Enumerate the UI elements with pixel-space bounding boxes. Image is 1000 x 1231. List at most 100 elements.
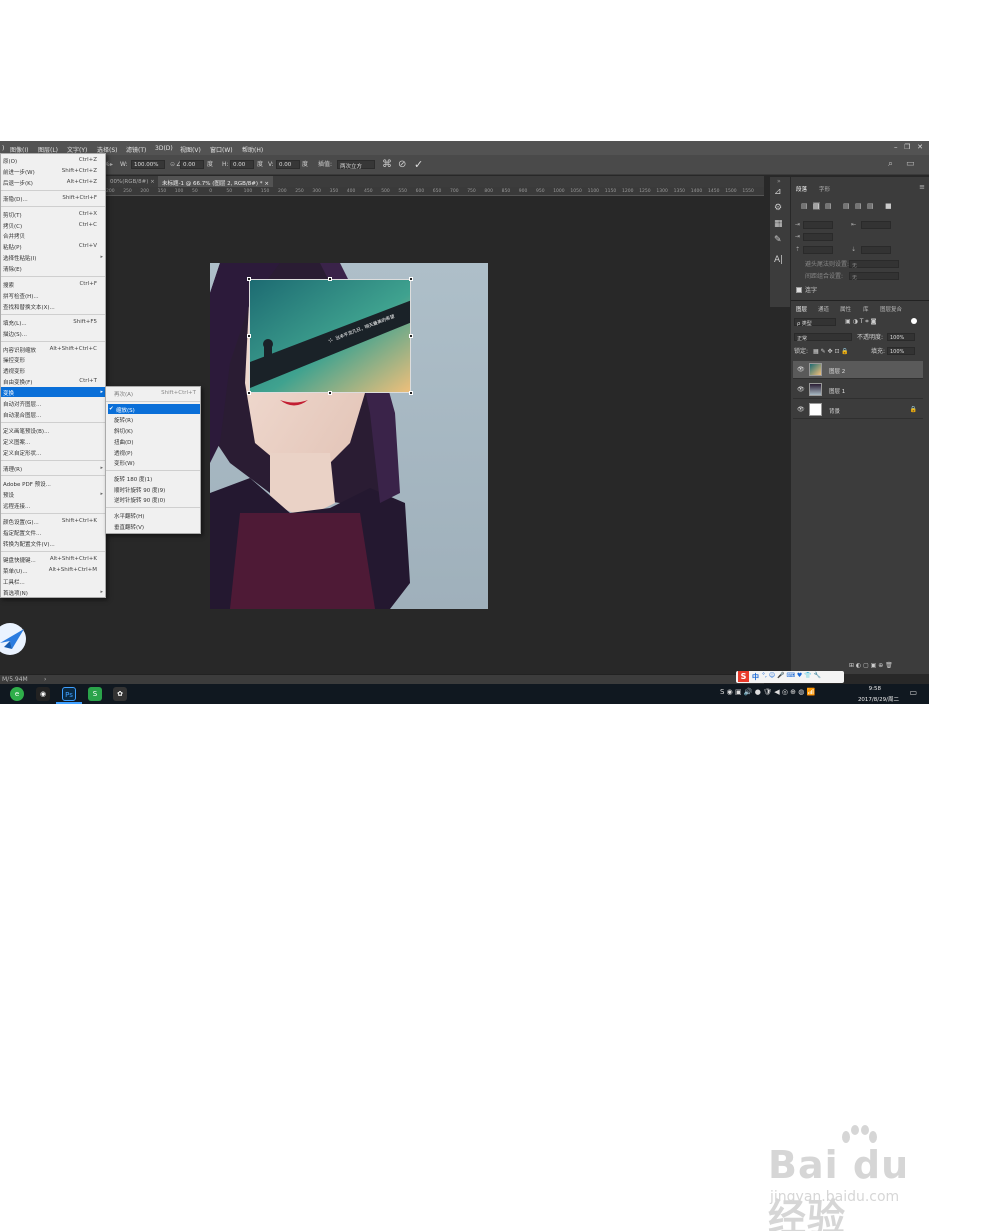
ime-mode[interactable]: 中 (752, 672, 759, 682)
layer-filter-select[interactable]: ρ 类型 (794, 318, 836, 327)
justify-left-icon[interactable]: ▤ (843, 202, 850, 210)
transform-menu-item[interactable]: 旋转(R) (106, 414, 200, 424)
edit-menu-item[interactable]: 工具栏... (1, 576, 105, 586)
tab-channels[interactable]: 通道 (818, 305, 829, 313)
photoshop-app-icon[interactable]: Ps (62, 687, 76, 701)
menu-view[interactable]: 视图(V) (180, 145, 201, 154)
ref-point-icon[interactable]: ▸ (110, 162, 113, 168)
visibility-eye-icon[interactable]: 👁 (797, 366, 805, 373)
swatches-icon[interactable]: ▦ (774, 219, 783, 229)
tab-libraries[interactable]: 库 (863, 305, 869, 313)
transform-menu-item[interactable]: 垂直翻转(V) (106, 521, 200, 531)
menu-help[interactable]: 帮助(H) (242, 145, 263, 154)
properties-icon[interactable]: ⚙ (774, 203, 782, 213)
transform-handle[interactable] (328, 391, 332, 395)
space-after-field[interactable] (861, 246, 891, 254)
hskew-field[interactable]: 0.00 (230, 160, 254, 169)
status-arrow-icon[interactable]: › (44, 677, 46, 683)
search-icon[interactable]: ⌕ (888, 159, 893, 169)
indent-left-field[interactable] (803, 221, 833, 229)
transform-handle[interactable] (247, 391, 251, 395)
edit-menu-item[interactable]: 渐隐(D)... Shift+Ctrl+F (1, 193, 105, 203)
transform-menu-item[interactable]: 再次(A) Shift+Ctrl+T (106, 388, 200, 398)
transform-layer-image[interactable]: 当未平流凡日，明天最美的希望 ⊹ (249, 279, 411, 393)
app-360-icon[interactable]: e (10, 687, 24, 701)
mojikumi-select[interactable]: 无 (849, 272, 899, 281)
edit-menu-item[interactable]: 自由变换(F) Ctrl+T (1, 376, 105, 386)
tab-properties[interactable]: 属性 (840, 305, 851, 313)
collapse-icon[interactable]: » (777, 179, 781, 185)
commit-transform-icon[interactable]: ✓ (414, 158, 423, 171)
edit-menu-item[interactable]: 清理(R) ▸ (1, 463, 105, 473)
transform-menu-item[interactable]: 水平翻转(H) (106, 510, 200, 520)
transform-handle[interactable] (247, 277, 251, 281)
tray-icons[interactable]: S ◉ ▣ 🔊 ● 🛡 ◀ ◎ ⊕ ◍ 📶 (720, 688, 815, 696)
panel-menu-icon[interactable]: ≡ (919, 183, 925, 191)
edit-menu-item[interactable]: 自动混合图层... (1, 409, 105, 419)
edit-menu-item[interactable]: 远程连接... (1, 500, 105, 510)
transform-handle[interactable] (328, 277, 332, 281)
edit-menu-item[interactable]: Adobe PDF 预设... (1, 478, 105, 488)
clock-time[interactable]: 9:58 (869, 686, 881, 692)
align-left-icon[interactable]: ▤ (801, 202, 808, 210)
justify-right-icon[interactable]: ▤ (867, 202, 874, 210)
align-center-icon[interactable]: ▤ (813, 202, 820, 210)
transform-handle[interactable] (409, 334, 413, 338)
edit-menu-item[interactable]: 预设 ▸ (1, 489, 105, 499)
tab-glyphs[interactable]: 字形 (819, 185, 830, 193)
brush-icon[interactable]: ✎ (774, 235, 782, 245)
cancel-transform-icon[interactable]: ⊘ (398, 159, 406, 170)
transform-handle[interactable] (409, 277, 413, 281)
transform-menu-item[interactable]: 逆时针旋转 90 度(0) (106, 494, 200, 504)
history-icon[interactable]: ⊿ (774, 187, 782, 197)
edit-menu-item[interactable]: 变换 ▸ (1, 387, 105, 398)
fill-field[interactable]: 100% (887, 347, 915, 355)
tab-close-icon[interactable]: × (150, 179, 155, 185)
transform-menu-item[interactable]: 扭曲(D) (106, 436, 200, 446)
transform-menu-item[interactable]: ✔ 缩放(S) (108, 403, 200, 414)
edit-menu-item[interactable]: 指定配置文件... (1, 527, 105, 537)
bird-logo-icon[interactable] (0, 621, 27, 657)
angle-field[interactable]: 0.00 (180, 160, 204, 169)
edit-menu-item[interactable]: 键盘快捷键... Alt+Shift+Ctrl+K (1, 554, 105, 564)
blend-mode-select[interactable]: 正常 (794, 333, 852, 342)
edit-menu-item[interactable]: 描边(S)... (1, 328, 105, 338)
justify-center-icon[interactable]: ▤ (855, 202, 862, 210)
transform-menu-item[interactable]: 顺时针旋转 90 度(9) (106, 484, 200, 494)
vskew-field[interactable]: 0.00 (276, 160, 300, 169)
menu-window[interactable]: 窗口(W) (210, 145, 233, 154)
menu-edit-partial[interactable]: ) (2, 145, 4, 152)
link-icon[interactable]: ⊝ (170, 162, 175, 168)
layer-bottom-icons[interactable]: ⊞ ◐ ▢ ▣ ⊕ 🗑 (849, 663, 893, 669)
layer-row-layer2[interactable]: 👁 图层 2 (793, 361, 923, 379)
interp-select[interactable]: 两次立方 (337, 160, 375, 170)
edit-menu-item[interactable]: 操控变形 (1, 354, 105, 364)
tab-layers[interactable]: 图层 (796, 305, 807, 313)
filter-toggle-icon[interactable] (911, 318, 917, 324)
visibility-eye-icon[interactable]: 👁 (797, 406, 805, 413)
tab-document-1[interactable]: 00%(RGB/8#) × (106, 176, 159, 187)
transform-menu-item[interactable]: 斜切(K) (106, 425, 200, 435)
edit-menu-item[interactable]: 选择性粘贴(I) ▸ (1, 252, 105, 262)
edit-menu-item[interactable]: 粘贴(P) Ctrl+V (1, 241, 105, 251)
close-icon[interactable]: ✕ (917, 143, 923, 151)
justify-all-icon[interactable]: ■ (885, 202, 892, 210)
workspace-icon[interactable]: ▭ (906, 159, 915, 169)
kinsoku-select[interactable]: 无 (849, 260, 899, 269)
clock-date[interactable]: 2017/8/29/周二 (858, 695, 899, 703)
lock-icons[interactable]: ▦ ✎ ✥ ⊡ 🔒 (813, 349, 849, 355)
edit-menu-item[interactable]: 填充(L)... Shift+F5 (1, 317, 105, 327)
edit-menu-item[interactable]: 后退一步(K) Alt+Ctrl+Z (1, 177, 105, 187)
ime-tool-icons[interactable]: °, ☺ 🎤 ⌨ ♥ 👕 🔧 (762, 672, 821, 679)
app-browser-icon[interactable]: ◉ (36, 687, 50, 701)
first-line-indent-field[interactable] (803, 233, 833, 241)
edit-menu-item[interactable]: 转换为配置文件(V)... (1, 538, 105, 548)
transform-handle[interactable] (247, 334, 251, 338)
opacity-field[interactable]: 100% (887, 333, 915, 341)
edit-menu-item[interactable]: 定义画笔预设(B)... (1, 425, 105, 435)
edit-menu-item[interactable]: 拼写检查(H)... (1, 290, 105, 300)
menu-3d[interactable]: 3D(D) (155, 145, 173, 152)
edit-menu-item[interactable]: 合并拷贝 (1, 230, 105, 240)
edit-menu-item[interactable]: 自动对齐图层... (1, 398, 105, 408)
edit-menu-item[interactable]: 剪切(T) Ctrl+X (1, 209, 105, 219)
